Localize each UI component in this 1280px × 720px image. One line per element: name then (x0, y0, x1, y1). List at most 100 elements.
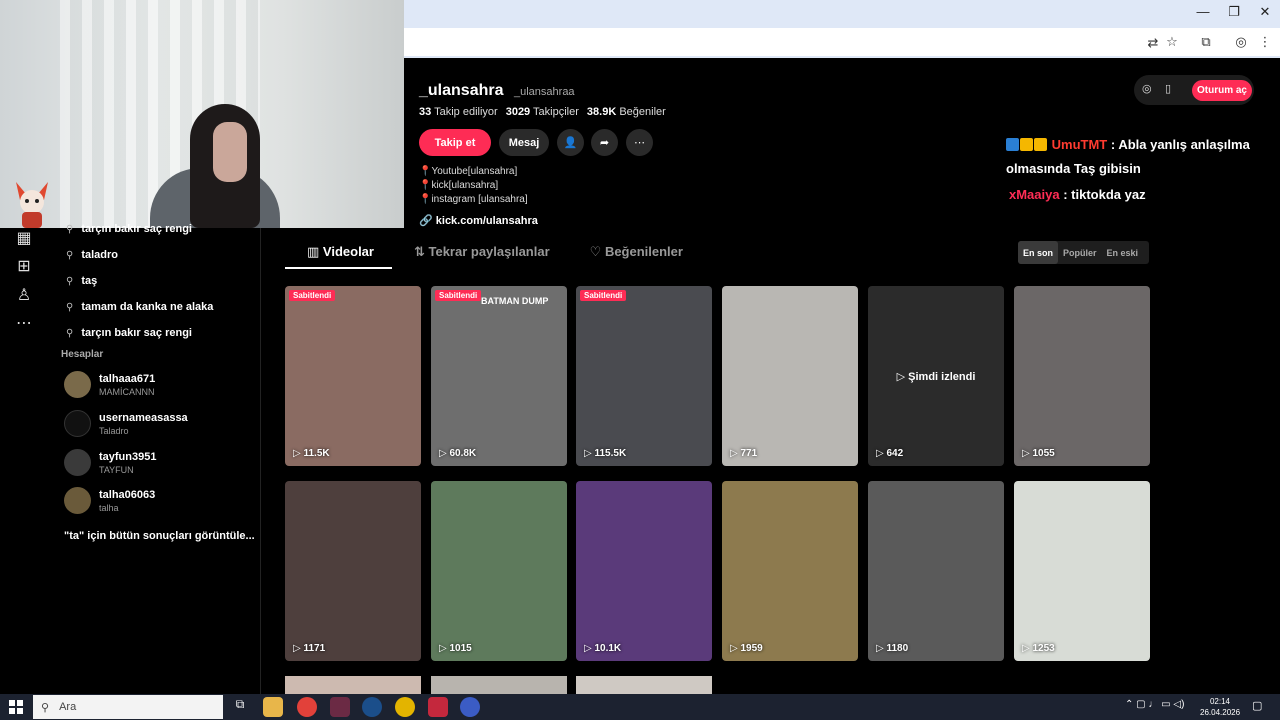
video-thumb[interactable]: ▷ Şimdi izlendi ▷ 642 (868, 286, 1004, 466)
search-icon: ⚲ (66, 249, 74, 261)
sort-latest[interactable]: En son (1018, 241, 1059, 264)
profile-icon[interactable]: ◎ (1230, 34, 1252, 50)
chat-message-cont: olmasında Taş gibisin (1006, 161, 1141, 176)
profile-nav-icon[interactable]: ♙ (14, 285, 34, 305)
tab-label: Tekrar paylaşılanlar (428, 244, 550, 259)
video-thumb[interactable]: ▷ 1015 (431, 481, 567, 661)
play-icon: ▷ (730, 448, 741, 459)
followers-count: 3029 (505, 106, 531, 118)
chat-message: xMaaiya : tiktokda yaz (1009, 183, 1146, 207)
suggestion-item[interactable]: ⚲ taş (66, 275, 97, 287)
tab-underline (285, 267, 392, 269)
chrome-active-icon[interactable] (460, 697, 480, 717)
video-thumb[interactable]: ▷ 1055 (1014, 286, 1150, 466)
tray-icons[interactable]: ⌃ ▢ ♩ ▭ ◁) (1125, 699, 1184, 710)
likes-stat: 38.9K Beğeniler (587, 106, 666, 118)
play-icon: ▷ (439, 448, 450, 459)
account-sub: Taladro (99, 425, 129, 436)
account-item[interactable]: tayfun3951 TAYFUN (64, 449, 156, 476)
video-thumb[interactable]: Sabitlendi ▷ 11.5K (285, 286, 421, 466)
message-button[interactable]: Mesaj (499, 129, 549, 156)
more-options-icon[interactable]: ⋯ (626, 129, 653, 156)
account-sub: TAYFUN (99, 464, 134, 475)
suggestion-label: tamam da kanka ne alaka (81, 301, 214, 313)
upload-icon[interactable]: ⊞ (14, 256, 34, 276)
video-thumb[interactable]: ▷ 10.1K (576, 481, 712, 661)
likes-label: Beğeniler (619, 106, 666, 118)
steam-icon[interactable] (362, 697, 382, 717)
sort-oldest[interactable]: En eski (1102, 241, 1144, 264)
video-thumb[interactable]: ▷ 1253 (1014, 481, 1150, 661)
minimize-icon[interactable]: — (1188, 4, 1218, 19)
view-count: ▷ 1171 (293, 643, 325, 654)
account-sub: MAMİCANNN (99, 386, 155, 397)
suggestion-item[interactable]: ⚲ tamam da kanka ne alaka (66, 301, 213, 313)
tab-reposts[interactable]: ⇅ Tekrar paylaşılanlar (414, 244, 550, 270)
suggestion-item[interactable]: ⚲ tarçın bakır saç rengi (66, 223, 192, 235)
taskbar-search[interactable]: ⚲ Ara (33, 695, 223, 719)
following-stat[interactable]: 33 Takip ediliyor (419, 106, 498, 118)
play-icon: ▷ (293, 448, 304, 459)
view-count-text: 1180 (886, 643, 909, 654)
play-icon: ▷ (293, 643, 304, 654)
app-icon[interactable] (330, 697, 350, 717)
view-count-text: 1055 (1032, 448, 1055, 459)
file-explorer-icon[interactable] (263, 697, 283, 717)
clock-date: 26.04.2026 (1200, 708, 1241, 717)
account-item[interactable]: usernameasassa Taladro (64, 410, 188, 437)
chrome-icon[interactable] (395, 697, 415, 717)
more-icon[interactable]: ⋯ (14, 313, 34, 333)
notification-icon[interactable]: ▢ (1252, 699, 1262, 712)
obs-icon[interactable] (297, 697, 317, 717)
close-icon[interactable]: ✕ (1250, 4, 1280, 20)
video-thumb[interactable]: ▷ 1180 (868, 481, 1004, 661)
video-thumb[interactable]: ▷ 1171 (285, 481, 421, 661)
sort-popular[interactable]: Popüler (1058, 241, 1102, 264)
restore-icon[interactable]: ❐ (1219, 4, 1249, 20)
view-count: ▷ 10.1K (584, 643, 621, 654)
video-thumb[interactable]: ▷ 1959 (722, 481, 858, 661)
bio-link[interactable]: 🔗 kick.com/ulansahra (419, 214, 538, 227)
webcam-person-face (213, 122, 247, 182)
video-thumb[interactable]: Sabitlendi BATMAN DUMP ▷ 60.8K (431, 286, 567, 466)
login-button[interactable]: Oturum aç (1192, 80, 1252, 101)
view-count: ▷ 1959 (730, 643, 763, 654)
account-item[interactable]: talha06063 talha (64, 487, 155, 514)
share-icon[interactable]: ➦ (591, 129, 618, 156)
app-icon[interactable] (428, 697, 448, 717)
windows-start-icon[interactable] (8, 699, 24, 715)
likes-count: 38.9K (586, 106, 617, 118)
clock-time: 02:14 (1209, 697, 1231, 706)
clock[interactable]: 02:14 26.04.2026 (1200, 696, 1240, 718)
video-thumb[interactable]: Sabitlendi ▷ 115.5K (576, 286, 712, 466)
star-icon[interactable]: ☆ (1161, 34, 1183, 50)
view-count: ▷ 771 (730, 448, 757, 459)
address-bar-input[interactable] (404, 33, 1128, 51)
add-friend-icon[interactable]: 👤 (557, 129, 584, 156)
suggestion-item[interactable]: ⚲ tarçın bakır saç rengi (66, 327, 192, 339)
video-thumb-partial[interactable] (431, 676, 567, 694)
play-icon: ▷ (1022, 643, 1033, 654)
inbox-icon[interactable]: ▦ (14, 228, 34, 248)
sort-toggle: En son Popüler En eski (1018, 241, 1149, 264)
task-view-icon[interactable]: ⧉ (230, 697, 250, 717)
view-count-text: 1253 (1032, 643, 1055, 654)
device-icon[interactable]: ▯ (1165, 82, 1171, 95)
video-thumb-partial[interactable] (285, 676, 421, 694)
suggestion-item[interactable]: ⚲ taladro (66, 249, 118, 261)
followers-stat[interactable]: 3029 Takipçiler (506, 106, 579, 118)
extensions-icon[interactable]: ⧉ (1195, 34, 1217, 50)
play-icon: ▷ (876, 643, 887, 654)
menu-icon[interactable]: ⋮ (1254, 34, 1276, 50)
compass-icon[interactable]: ◎ (1142, 82, 1152, 95)
video-thumb[interactable]: ▷ 771 (722, 286, 858, 466)
following-label: Takip ediliyor (434, 106, 498, 118)
suggestion-label: tarçın bakır saç rengi (81, 223, 192, 235)
account-item[interactable]: talhaaa671 MAMİCANNN (64, 371, 155, 398)
chat-text: : tiktokda yaz (1063, 187, 1146, 202)
all-results-link[interactable]: "ta" için bütün sonuçları görüntüle... (64, 530, 255, 542)
tab-liked[interactable]: ♡ Beğenilenler (590, 244, 683, 270)
follow-button[interactable]: Takip et (419, 129, 491, 156)
view-count-text: 771 (740, 448, 758, 459)
video-thumb-partial[interactable] (576, 676, 712, 694)
